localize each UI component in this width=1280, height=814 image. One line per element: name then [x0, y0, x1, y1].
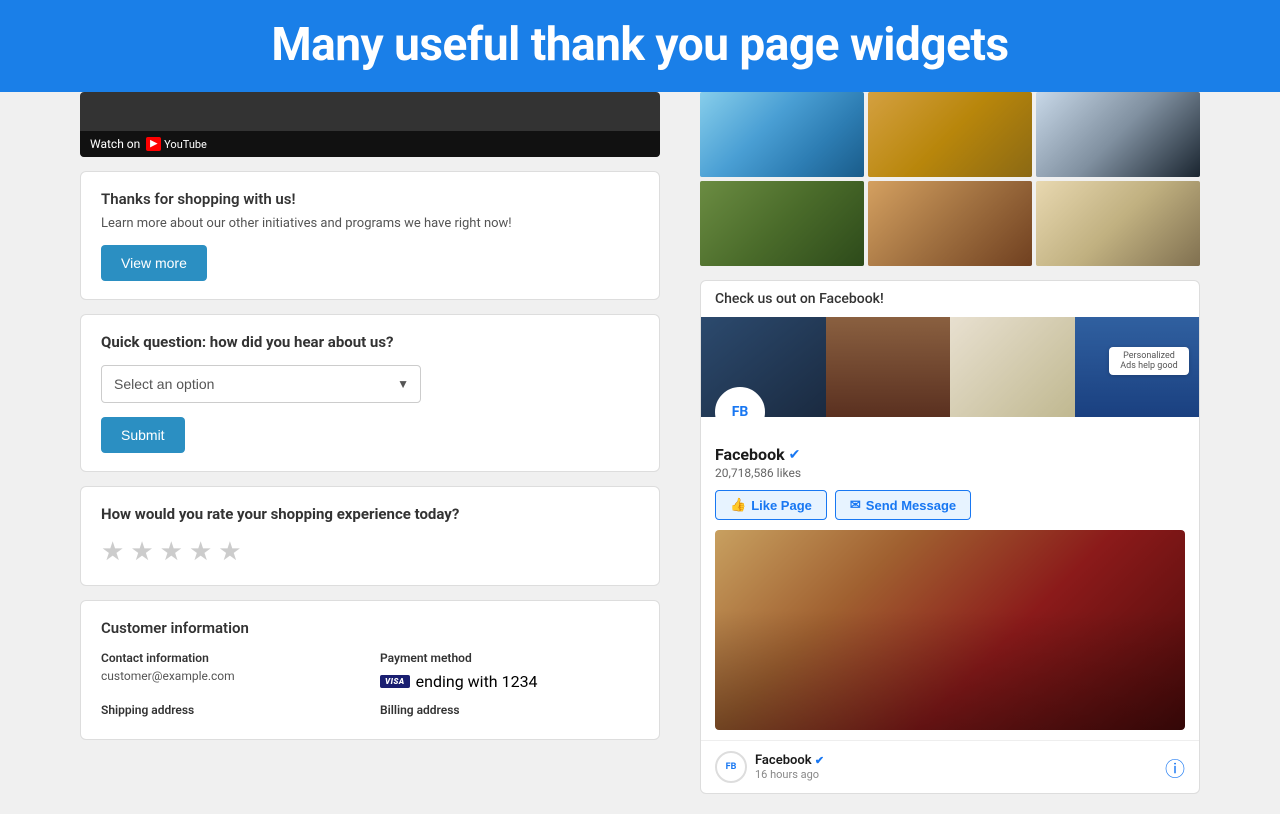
cover-strip: Personalized Ads help good — [701, 317, 1199, 417]
footer-verified-icon: ✔ — [815, 754, 824, 767]
customer-grid: Contact information customer@example.com… — [101, 651, 639, 721]
star-rating[interactable]: ★ ★ ★ ★ ★ — [101, 537, 639, 567]
cover-part-3: Personalized Ads help good — [950, 317, 1075, 417]
facebook-section-header: Check us out on Facebook! — [701, 281, 1199, 317]
star-5[interactable]: ★ — [218, 537, 241, 567]
facebook-page-name: Facebook — [715, 445, 785, 464]
video-widget: Watch on ▶ YouTube — [80, 92, 660, 157]
payment-section: Payment method VISA ending with 1234 — [380, 651, 639, 691]
facebook-likes-count: 20,718,586 likes — [715, 466, 1185, 480]
yt-icon: ▶ — [146, 137, 161, 151]
facebook-widget: Check us out on Facebook! Personalized A… — [700, 280, 1200, 794]
facebook-verified-icon: ✔ — [789, 447, 801, 463]
photo-beach — [700, 92, 864, 177]
rating-title: How would you rate your shopping experie… — [101, 505, 639, 523]
shipping-section: Shipping address — [101, 703, 360, 721]
photo-swing — [868, 181, 1032, 266]
select-wrapper: Select an option Google Facebook Friend … — [101, 365, 639, 403]
rating-widget: How would you rate your shopping experie… — [80, 486, 660, 586]
facebook-footer-name: Facebook ✔ — [755, 753, 824, 768]
customer-widget-title: Customer information — [101, 619, 639, 637]
watch-on-label: Watch on — [90, 137, 140, 151]
photo-grid — [700, 92, 1200, 266]
customer-widget: Customer information Contact information… — [80, 600, 660, 740]
payment-label: Payment method — [380, 651, 639, 665]
star-2[interactable]: ★ — [130, 537, 153, 567]
facebook-footer-time: 16 hours ago — [755, 768, 824, 781]
facebook-like-button[interactable]: 👍 Like Page — [715, 490, 827, 520]
question-widget: Quick question: how did you hear about u… — [80, 314, 660, 472]
like-page-label: Like Page — [751, 498, 812, 513]
ads-hint: Personalized Ads help good — [1109, 347, 1189, 375]
shipping-label: Shipping address — [101, 703, 360, 717]
billing-label: Billing address — [380, 703, 639, 717]
video-bottom-bar: Watch on ▶ YouTube — [80, 131, 660, 157]
facebook-photo-post — [715, 530, 1185, 730]
right-column: Check us out on Facebook! Personalized A… — [680, 92, 1280, 814]
facebook-page-info: Facebook ✔ 20,718,586 likes 👍 Like Page … — [701, 417, 1199, 530]
message-label: Send Message — [866, 498, 956, 513]
visa-logo: VISA — [380, 675, 410, 688]
contact-value: customer@example.com — [101, 669, 360, 683]
facebook-name-row: Facebook ✔ — [715, 445, 1185, 464]
facebook-page-cover: Personalized Ads help good FB — [701, 317, 1199, 417]
thanks-description: Learn more about our other initiatives a… — [101, 216, 639, 231]
like-page-icon: 👍 — [730, 497, 746, 513]
visa-badge: VISA ending with 1234 — [380, 672, 538, 691]
facebook-footer-info: Facebook ✔ 16 hours ago — [755, 753, 824, 781]
photo-moon — [1036, 92, 1200, 177]
message-icon: ✉ — [850, 497, 861, 513]
youtube-logo: ▶ YouTube — [146, 137, 207, 151]
billing-section: Billing address — [380, 703, 639, 721]
photo-overlay — [715, 530, 1185, 730]
cover-part-2 — [826, 317, 951, 417]
facebook-action-buttons: 👍 Like Page ✉ Send Message — [715, 490, 1185, 520]
photo-golden-hands — [868, 92, 1032, 177]
star-3[interactable]: ★ — [160, 537, 183, 567]
hear-about-us-select[interactable]: Select an option Google Facebook Friend … — [101, 365, 421, 403]
thanks-title: Thanks for shopping with us! — [101, 190, 639, 208]
facebook-brand-icon: ⓘ — [1165, 753, 1185, 782]
facebook-message-button[interactable]: ✉ Send Message — [835, 490, 971, 520]
star-1[interactable]: ★ — [101, 537, 124, 567]
view-more-button[interactable]: View more — [101, 245, 207, 281]
question-title: Quick question: how did you hear about u… — [101, 333, 639, 351]
contact-label: Contact information — [101, 651, 360, 665]
page-title: Many useful thank you page widgets — [20, 18, 1260, 72]
payment-ending: ending with 1234 — [416, 672, 538, 691]
page-header: Many useful thank you page widgets — [0, 0, 1280, 92]
thanks-widget: Thanks for shopping with us! Learn more … — [80, 171, 660, 300]
facebook-footer-left: FB Facebook ✔ 16 hours ago — [715, 751, 824, 783]
facebook-footer: FB Facebook ✔ 16 hours ago ⓘ — [701, 740, 1199, 793]
submit-button[interactable]: Submit — [101, 417, 185, 453]
left-column: Watch on ▶ YouTube Thanks for shopping w… — [0, 92, 680, 814]
photo-deer — [1036, 181, 1200, 266]
star-4[interactable]: ★ — [189, 537, 212, 567]
photo-tribal — [700, 181, 864, 266]
youtube-label: YouTube — [164, 138, 207, 151]
contact-section: Contact information customer@example.com — [101, 651, 360, 691]
facebook-footer-avatar: FB — [715, 751, 747, 783]
